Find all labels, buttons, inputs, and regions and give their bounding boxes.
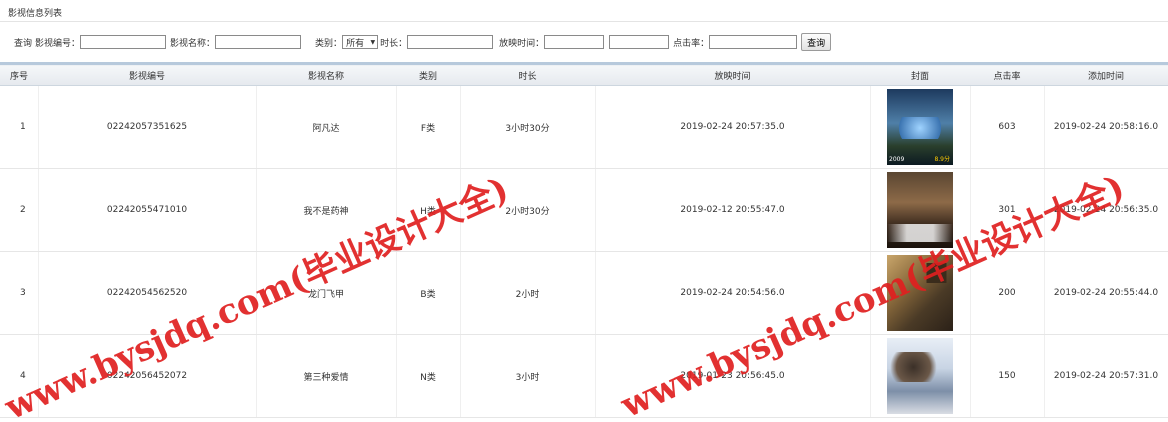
search-prefix: 查询 <box>14 38 33 49</box>
movie-table: 序号 影视编号 影视名称 类别 时长 放映时间 封面 点击率 添加时间 1 02… <box>0 62 1168 418</box>
cell-cover: 2009 8.9分 <box>870 85 971 169</box>
cover-image <box>887 338 953 414</box>
header-showtime: 放映时间 <box>595 62 870 86</box>
cell-duration: 3小时30分 <box>460 85 596 169</box>
cell-duration: 2小时 <box>460 251 596 335</box>
cell-name: 龙门飞甲 <box>256 251 397 335</box>
cell-cover <box>870 168 971 252</box>
header-added: 添加时间 <box>1044 62 1168 86</box>
search-bar: 查询 影视编号： 影视名称： 类别： 所有 ▼ 时长： 放映时间： 点击率： 查… <box>0 24 1168 60</box>
search-button[interactable]: 查询 <box>801 33 832 51</box>
category-select-value: 所有 <box>346 38 365 49</box>
cell-name: 第三种爱情 <box>256 334 397 418</box>
cell-category: H类 <box>396 168 461 252</box>
cell-duration: 2小时30分 <box>460 168 596 252</box>
cell-category: B类 <box>396 251 461 335</box>
cell-name: 阿凡达 <box>256 85 397 169</box>
cell-added: 2019-02-24 20:56:35.0 <box>1044 168 1168 252</box>
table-row[interactable]: 2 02242055471010 我不是药神 H类 2小时30分 2019-02… <box>0 168 1168 252</box>
cell-showtime: 2019-01-23 20:56:45.0 <box>595 334 871 418</box>
category-label: 类别： <box>315 38 343 49</box>
header-category: 类别 <box>396 62 460 86</box>
table-header-row: 序号 影视编号 影视名称 类别 时长 放映时间 封面 点击率 添加时间 <box>0 62 1168 86</box>
header-clicks: 点击率 <box>970 62 1044 86</box>
cell-index: 2 <box>0 168 39 252</box>
cell-added: 2019-02-24 20:57:31.0 <box>1044 334 1168 418</box>
table-row[interactable]: 3 02242054562520 龙门飞甲 B类 2小时 2019-02-24 … <box>0 251 1168 335</box>
cell-code: 02242055471010 <box>38 168 257 252</box>
cell-showtime: 2019-02-24 20:54:56.0 <box>595 251 871 335</box>
code-input[interactable] <box>80 35 167 49</box>
cell-category: F类 <box>396 85 461 169</box>
name-label: 影视名称： <box>170 38 216 49</box>
chevron-down-icon: ▼ <box>370 38 376 46</box>
name-input[interactable] <box>215 35 302 49</box>
clicks-input[interactable] <box>709 35 798 49</box>
cell-code: 02242054562520 <box>38 251 257 335</box>
showtime-from-input[interactable] <box>544 35 605 49</box>
header-duration: 时长 <box>460 62 595 86</box>
duration-input[interactable] <box>407 35 494 49</box>
table-row[interactable]: 4 02242056452072 第三种爱情 N类 3小时 2019-01-23… <box>0 334 1168 418</box>
cell-clicks: 200 <box>970 251 1045 335</box>
page-title: 影视信息列表 <box>8 9 63 19</box>
header-cover: 封面 <box>870 62 970 86</box>
page-title-bar: 影视信息列表 <box>0 0 1168 22</box>
header-code: 影视编号 <box>38 62 256 86</box>
cell-index: 4 <box>0 334 39 418</box>
header-index: 序号 <box>0 62 38 86</box>
cover-year: 2009 <box>889 156 905 163</box>
cell-code: 02242056452072 <box>38 334 257 418</box>
cell-clicks: 603 <box>970 85 1045 169</box>
cover-image <box>887 172 953 248</box>
cell-showtime: 2019-02-12 20:55:47.0 <box>595 168 871 252</box>
cover-image <box>887 255 953 331</box>
cell-index: 3 <box>0 251 39 335</box>
cell-showtime: 2019-02-24 20:57:35.0 <box>595 85 871 169</box>
cell-clicks: 301 <box>970 168 1045 252</box>
clicks-label: 点击率： <box>673 38 710 49</box>
cell-code: 02242057351625 <box>38 85 257 169</box>
cell-added: 2019-02-24 20:58:16.0 <box>1044 85 1168 169</box>
showtime-to-input[interactable] <box>609 35 670 49</box>
code-label: 影视编号： <box>35 38 81 49</box>
cover-tag: 8.9分 <box>934 156 950 163</box>
showtime-label: 放映时间： <box>499 38 545 49</box>
cell-category: N类 <box>396 334 461 418</box>
category-select[interactable]: 所有 ▼ <box>342 35 379 49</box>
table-row[interactable]: 1 02242057351625 阿凡达 F类 3小时30分 2019-02-2… <box>0 85 1168 169</box>
cell-clicks: 150 <box>970 334 1045 418</box>
cell-cover <box>870 334 971 418</box>
cover-image: 2009 8.9分 <box>887 89 953 165</box>
cell-duration: 3小时 <box>460 334 596 418</box>
cell-name: 我不是药神 <box>256 168 397 252</box>
cell-index: 1 <box>0 85 39 169</box>
duration-label: 时长： <box>380 38 408 49</box>
cell-added: 2019-02-24 20:55:44.0 <box>1044 251 1168 335</box>
cell-cover <box>870 251 971 335</box>
header-name: 影视名称 <box>256 62 396 86</box>
